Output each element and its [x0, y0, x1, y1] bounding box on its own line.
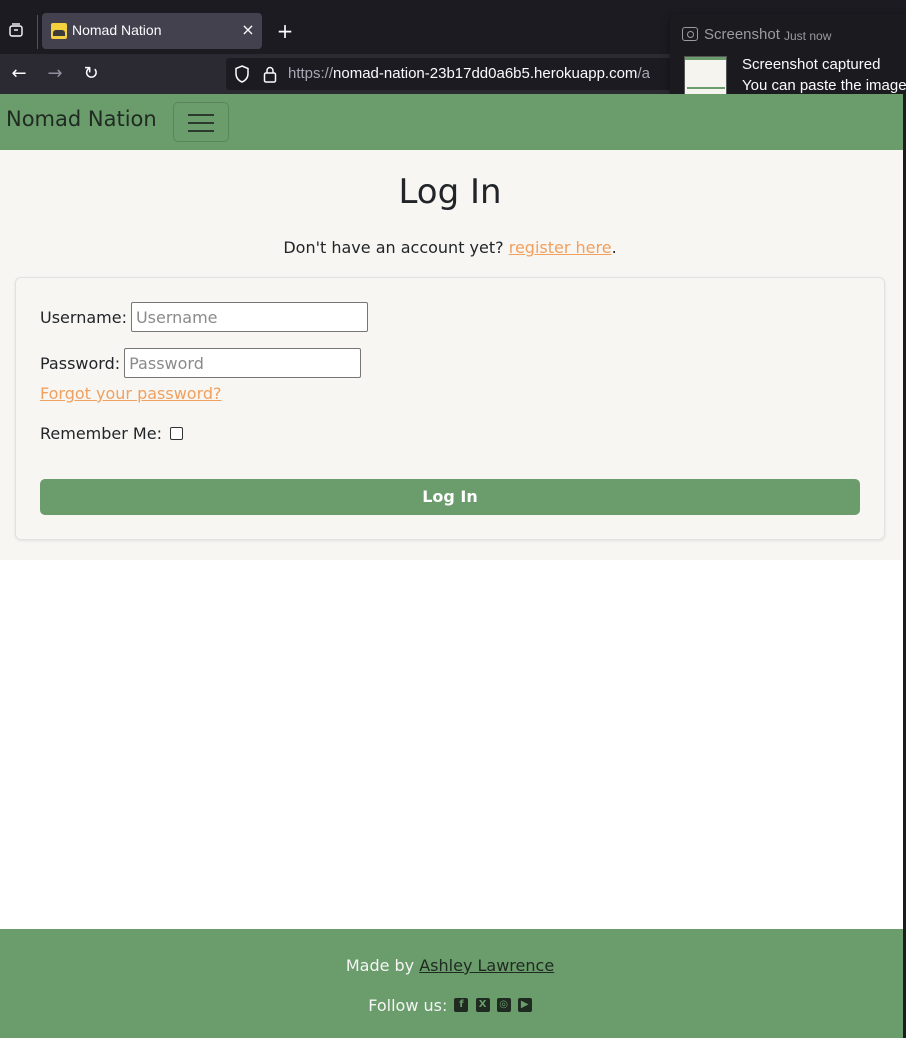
- notification-body: You can paste the image: [742, 77, 906, 94]
- site-brand[interactable]: Nomad Nation: [6, 107, 157, 131]
- reload-button[interactable]: ↻: [79, 62, 103, 86]
- camera-icon: [682, 27, 698, 41]
- tab-overview-icon[interactable]: [4, 22, 28, 42]
- tab-title: Nomad Nation: [72, 22, 162, 38]
- instagram-icon[interactable]: ◎: [496, 998, 511, 1012]
- youtube-icon[interactable]: ▶: [517, 998, 532, 1012]
- title-bar: [0, 0, 906, 9]
- made-by-prefix: Made by: [345, 956, 420, 975]
- notification-time: Just now: [784, 29, 832, 43]
- remember-row: Remember Me:: [40, 424, 183, 443]
- tab-separator: [37, 15, 38, 49]
- site-navbar: Nomad Nation: [0, 94, 906, 150]
- username-input[interactable]: [130, 302, 368, 332]
- notification-app: Screenshot: [704, 26, 780, 43]
- site-footer: Made by Ashley Lawrence Follow us: f X ◎…: [0, 929, 906, 1038]
- author-link[interactable]: Ashley Lawrence: [419, 956, 554, 975]
- url-scheme: https://: [288, 65, 334, 82]
- password-row: Password:: [40, 348, 362, 378]
- url-path: /a: [637, 65, 650, 82]
- register-link[interactable]: register here: [509, 238, 612, 257]
- forward-button[interactable]: →: [43, 62, 67, 86]
- url-text[interactable]: https://nomad-nation-23b17dd0a6b5.heroku…: [288, 65, 650, 82]
- forgot-password-link[interactable]: Forgot your password?: [40, 384, 222, 403]
- x-icon[interactable]: X: [475, 998, 490, 1012]
- new-tab-button[interactable]: +: [274, 20, 296, 42]
- back-button[interactable]: ←: [7, 62, 31, 86]
- follow-us: Follow us: f X ◎ ▶: [0, 996, 900, 1015]
- notification-title: Screenshot captured: [742, 56, 881, 73]
- tab-close-icon[interactable]: ×: [238, 20, 258, 40]
- password-input[interactable]: [124, 348, 362, 378]
- login-form: Username: Password: Forgot your password…: [15, 277, 885, 540]
- login-button[interactable]: Log In: [40, 479, 860, 515]
- username-row: Username:: [40, 302, 368, 332]
- lock-icon[interactable]: [262, 65, 278, 83]
- remember-label: Remember Me:: [40, 424, 162, 443]
- register-suffix: .: [611, 238, 617, 257]
- main-content: Log In Don't have an account yet? regist…: [0, 150, 906, 560]
- favicon-icon: [51, 23, 67, 39]
- menu-toggle-button[interactable]: [173, 102, 229, 142]
- follow-label: Follow us:: [368, 996, 448, 1015]
- facebook-icon[interactable]: f: [454, 998, 469, 1012]
- page-title: Log In: [398, 172, 502, 212]
- register-prefix: Don't have an account yet?: [283, 238, 509, 257]
- shield-icon[interactable]: [234, 65, 250, 83]
- register-prompt: Don't have an account yet? register here…: [0, 238, 900, 257]
- url-domain: nomad-nation-23b17dd0a6b5.herokuapp.com: [333, 65, 638, 82]
- remember-checkbox[interactable]: [169, 427, 183, 440]
- username-label: Username:: [40, 307, 127, 327]
- hamburger-icon: [188, 114, 214, 116]
- password-label: Password:: [40, 353, 121, 373]
- made-by: Made by Ashley Lawrence: [0, 956, 900, 975]
- tab-active[interactable]: Nomad Nation ×: [42, 13, 262, 49]
